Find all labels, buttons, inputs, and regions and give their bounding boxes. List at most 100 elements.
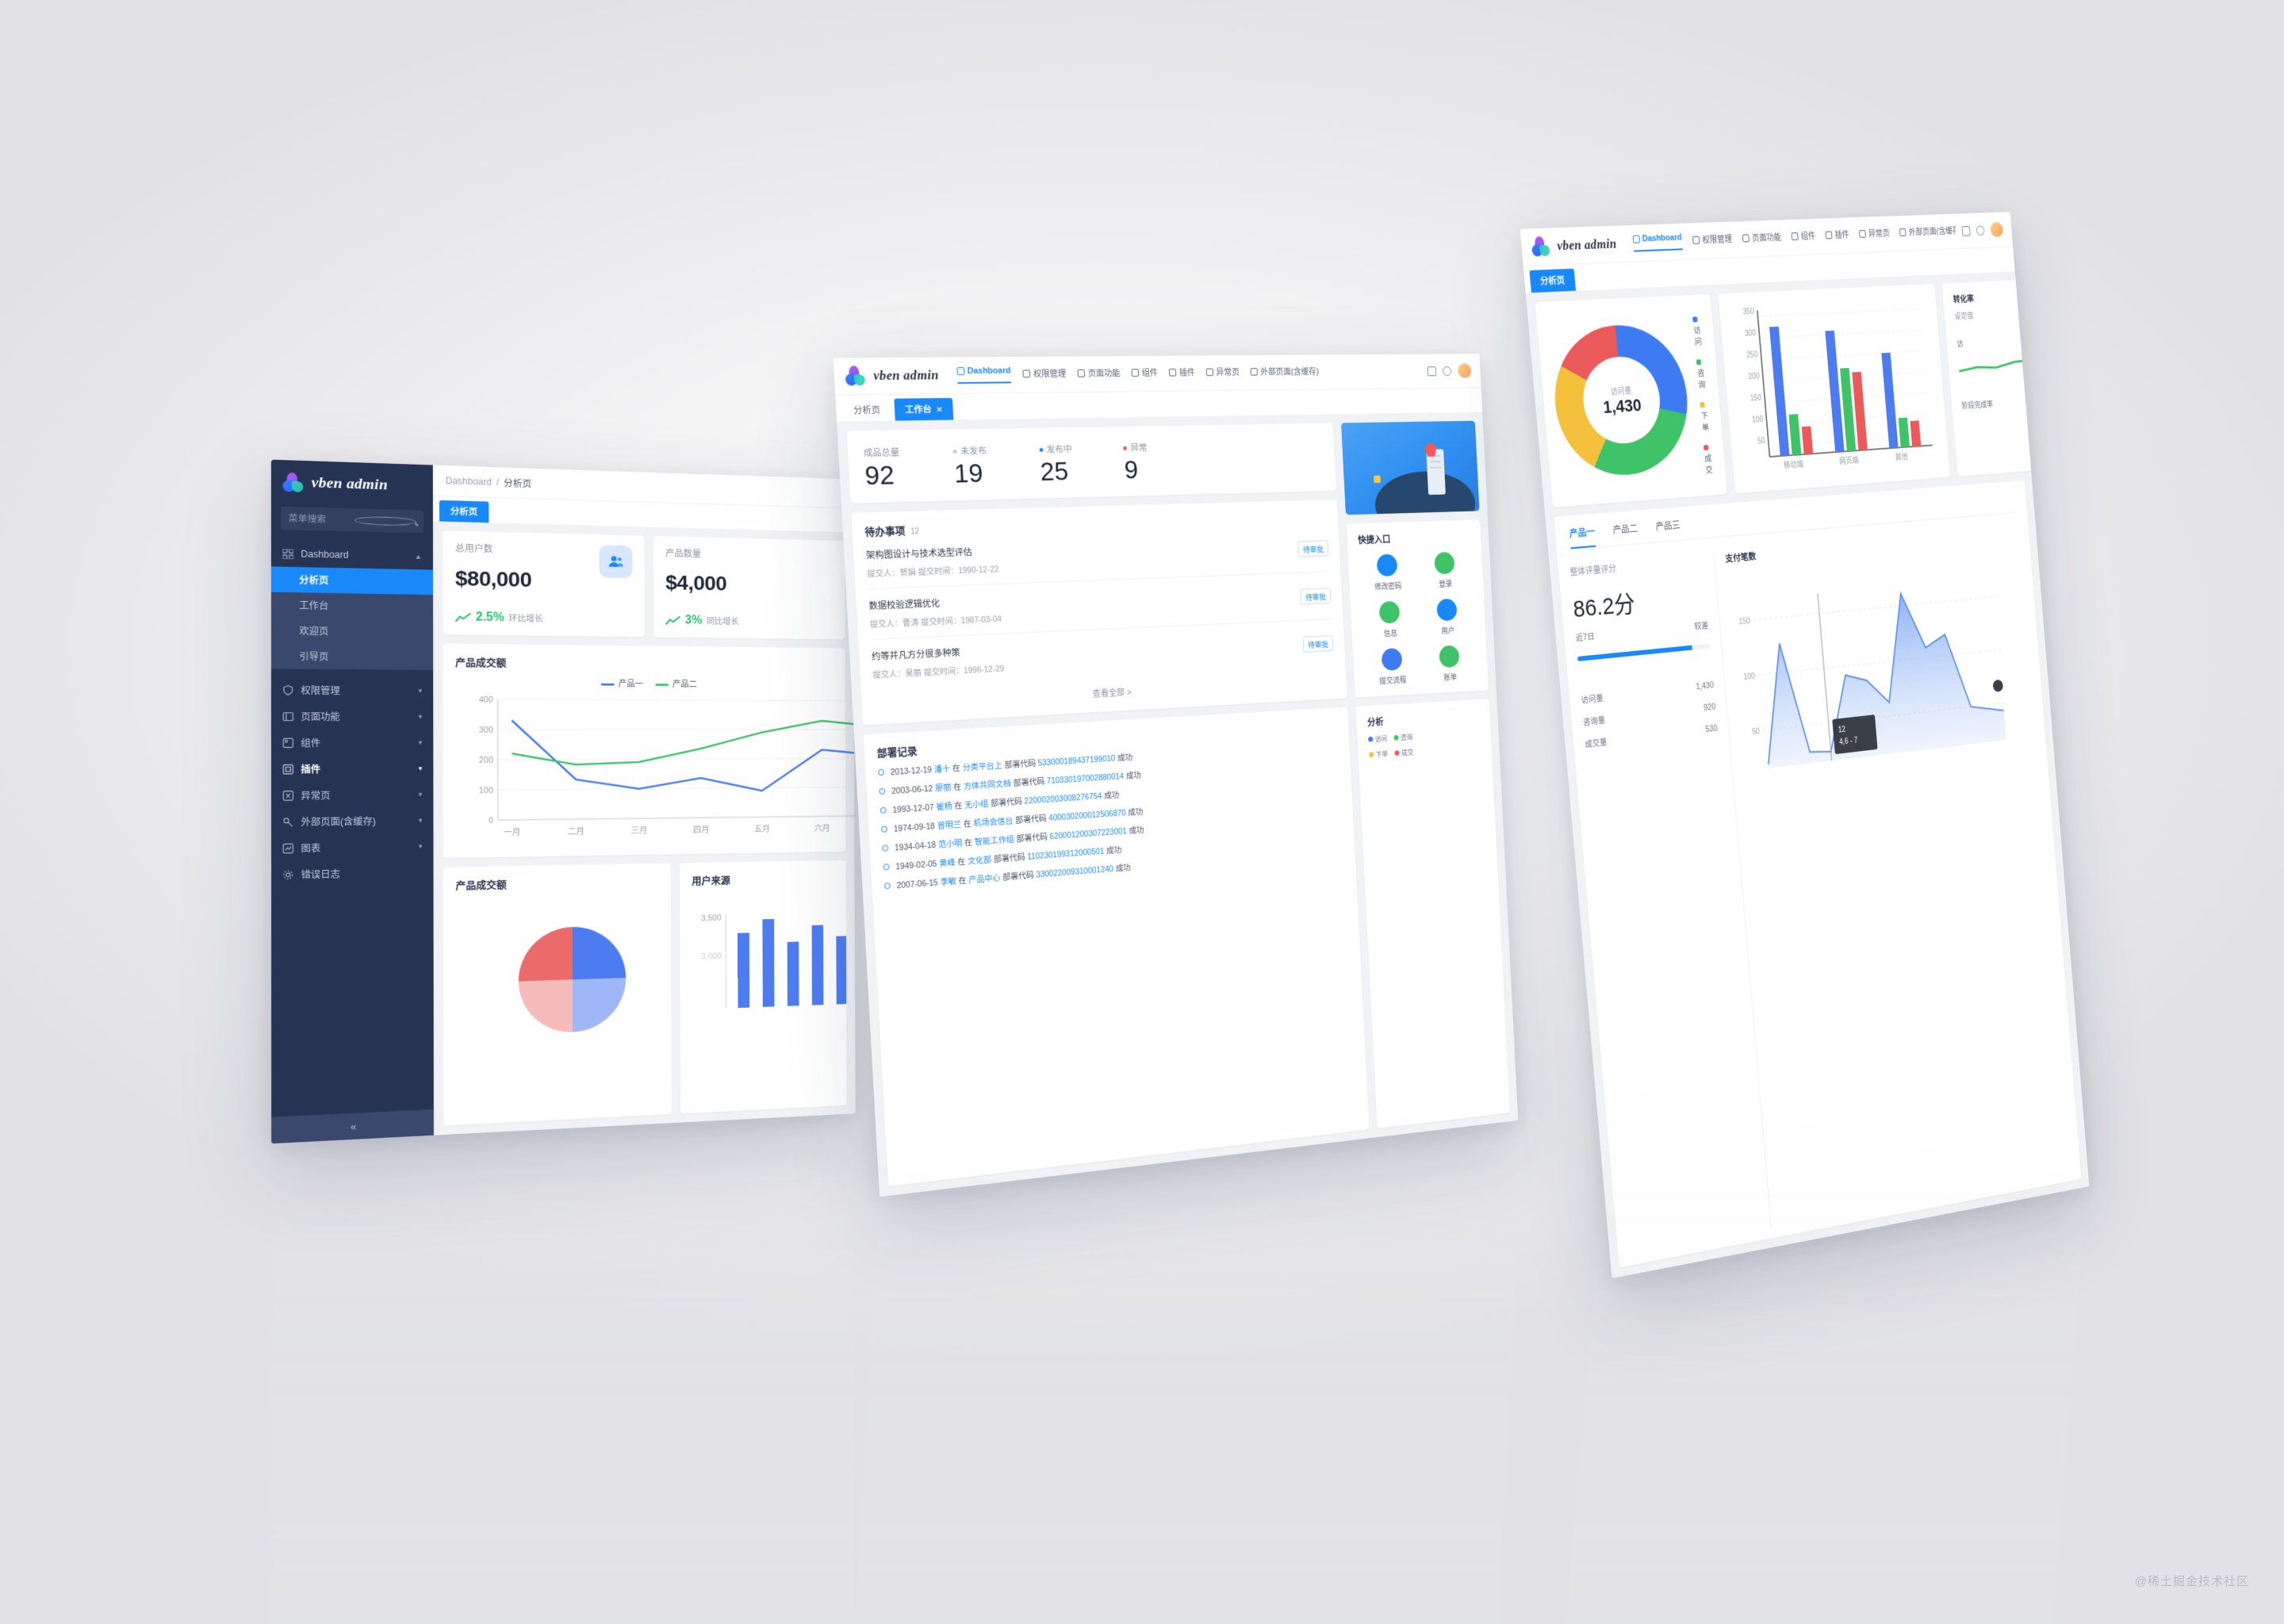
quick-entry-item[interactable]: 信息	[1361, 600, 1418, 640]
nav-item-dashboard[interactable]: Dashboard	[956, 366, 1012, 384]
sidebar-item-analysis[interactable]: 分析页	[270, 566, 434, 596]
nav-item-external[interactable]: 外部页面(含缓存)	[1899, 224, 1956, 240]
tab-analysis[interactable]: 分析页	[842, 399, 892, 422]
quick-entry-item[interactable]: 修改密码	[1359, 553, 1416, 592]
quick-entry-item[interactable]: 账单	[1421, 644, 1477, 683]
nav-item-page-feature[interactable]: 页面功能	[1077, 366, 1121, 381]
record-target[interactable]: 分类平台上	[962, 761, 1002, 773]
legend-item[interactable]: 下单	[1700, 400, 1711, 433]
legend-item[interactable]: 访问	[1692, 315, 1704, 348]
tab-analysis[interactable]: 分析页	[1529, 268, 1576, 293]
sidebar-item-components[interactable]: 组件 ▾	[271, 730, 433, 756]
nav-item-exception[interactable]: 异常页	[1859, 227, 1891, 243]
record-code[interactable]: 400030200012506870	[1048, 808, 1126, 822]
close-icon[interactable]: ✕	[936, 406, 943, 415]
record-user[interactable]: 李敏	[940, 877, 956, 887]
nav-item-permission[interactable]: 权限管理	[1022, 367, 1066, 382]
legend-item[interactable]: 访问	[1368, 733, 1387, 745]
record-code[interactable]: 620001200307223001	[1049, 827, 1127, 842]
sidebar[interactable]: vben admin 菜单搜索 Dashboard ▲ 分析页 工作台 欢迎页 …	[270, 459, 434, 1144]
analysis-legend[interactable]: 访问 咨询	[1368, 728, 1481, 745]
todo-action-button[interactable]: 待审批	[1302, 634, 1334, 653]
quick-entry-item[interactable]: 提交流程	[1363, 647, 1420, 687]
breadcrumb-root[interactable]: Dashboard	[446, 475, 492, 487]
record-user[interactable]: 崔杨	[936, 802, 952, 812]
legend-item[interactable]: 成交	[1703, 442, 1715, 476]
record-user[interactable]: 潘十	[934, 764, 951, 775]
record-code[interactable]: 220002003008276754	[1024, 791, 1102, 806]
record-code[interactable]: 710330197002880014	[1047, 772, 1125, 786]
donut-legend[interactable]: 访问 咨询 下单 成交	[1692, 315, 1715, 476]
bell-icon[interactable]	[1976, 224, 1985, 236]
record-code[interactable]: 110230199312000501	[1027, 847, 1105, 862]
top-nav[interactable]: Dashboard 权限管理 页面功能 组件 插件 异常页 外部页面(含缓存)	[1632, 223, 1956, 252]
nav-item-permission[interactable]: 权限管理	[1692, 232, 1733, 248]
sidebar-item-charts[interactable]: 图表 ▾	[271, 833, 434, 861]
chart-legend[interactable]: 产品一 产品二	[455, 676, 834, 691]
top-actions[interactable]	[1427, 363, 1472, 378]
admin-window-analysis[interactable]: vben admin 菜单搜索 Dashboard ▲ 分析页 工作台 欢迎页 …	[270, 459, 856, 1144]
legend-item-0[interactable]: 产品一	[600, 677, 643, 689]
nav-item-plugins[interactable]: 插件	[1825, 228, 1849, 243]
chevron-up-icon: ▲	[415, 552, 423, 561]
record-target[interactable]: 无小组	[964, 799, 989, 810]
sidebar-item-dashboard[interactable]: Dashboard ▲	[271, 540, 433, 569]
record-user[interactable]: 范小明	[938, 839, 963, 850]
top-nav[interactable]: Dashboard 权限管理 页面功能 组件 插件 异常页 外部页面(含缓存)	[956, 363, 1421, 384]
avatar[interactable]	[1990, 221, 2004, 238]
nav-item-components[interactable]: 组件	[1791, 229, 1816, 244]
record-target[interactable]: 文化部	[968, 855, 992, 866]
bell-icon[interactable]	[1442, 366, 1452, 376]
sidebar-item-welcome[interactable]: 欢迎页	[270, 617, 434, 645]
admin-window-workbench[interactable]: vben admin Dashboard 权限管理 页面功能 组件 插件 异常页…	[833, 354, 1519, 1197]
legend-item[interactable]: 咨询	[1393, 732, 1413, 742]
quick-entry-item[interactable]: 用户	[1419, 598, 1475, 637]
record-user[interactable]: 黄峰	[939, 858, 956, 868]
todo-action-button[interactable]: 待审批	[1300, 587, 1332, 605]
legend-item[interactable]: 成交	[1394, 747, 1414, 758]
tab-product-2[interactable]: 产品二	[1612, 522, 1639, 546]
todo-action-button[interactable]: 待审批	[1297, 539, 1329, 557]
admin-window-analysis-full[interactable]: vben admin Dashboard 权限管理 页面功能 组件 插件 异常页…	[1519, 212, 2090, 1279]
search-placeholder: 菜单搜索	[288, 514, 327, 525]
record-code[interactable]: 330022009310001240	[1036, 864, 1113, 879]
quick-entry-grid[interactable]: 修改密码 登录 信息 用户 提交流程 账单	[1359, 551, 1477, 687]
record-target[interactable]: 智能工作组	[975, 835, 1014, 847]
tab-analysis[interactable]: 分析页	[439, 500, 489, 523]
tab-product-3[interactable]: 产品三	[1655, 518, 1681, 542]
analysis-legend-2[interactable]: 下单 成交	[1369, 743, 1481, 760]
sidebar-item-permission[interactable]: 权限管理 ▾	[271, 676, 433, 703]
tab-workbench[interactable]: 工作台 ✕	[893, 397, 954, 421]
record-user[interactable]: 曾明兰	[937, 820, 961, 831]
legend-item[interactable]: 下单	[1369, 749, 1388, 760]
sidebar-item-page-feature[interactable]: 页面功能 ▾	[271, 703, 433, 730]
search-input[interactable]: 菜单搜索	[281, 506, 423, 534]
screen-icon[interactable]	[1961, 225, 1971, 236]
sidebar-item-guide[interactable]: 引导页	[270, 643, 434, 671]
avatar[interactable]	[1457, 363, 1472, 378]
sidebar-item-workbench[interactable]: 工作台	[270, 592, 434, 620]
tab-product-1[interactable]: 产品一	[1569, 524, 1596, 550]
nav-item-dashboard[interactable]: Dashboard	[1632, 232, 1683, 252]
record-target[interactable]: 机场会信台	[973, 816, 1013, 828]
screen-icon[interactable]	[1427, 366, 1437, 376]
nav-item-components[interactable]: 组件	[1131, 366, 1159, 381]
sidebar-item-external[interactable]: 外部页面(含缓存) ▾	[271, 807, 433, 835]
nav-item-page-feature[interactable]: 页面功能	[1742, 231, 1782, 247]
quick-entry-item[interactable]: 登录	[1416, 551, 1473, 590]
nav-item-external[interactable]: 外部页面(含缓存)	[1250, 365, 1320, 380]
record-user[interactable]: 廖丽	[935, 783, 952, 793]
record-code[interactable]: 533000189437199010	[1037, 754, 1115, 768]
sidebar-item-plugins[interactable]: 插件 ▾	[271, 756, 433, 783]
top-actions[interactable]	[1961, 221, 2004, 239]
sidebar-collapse-button[interactable]: «	[271, 1109, 434, 1144]
sidebar-item-errorlog[interactable]: 错误日志	[271, 859, 434, 888]
sidebar-item-exception[interactable]: 异常页 ▾	[271, 781, 433, 809]
record-target[interactable]: 产品中心	[968, 873, 1001, 885]
nav-item-exception[interactable]: 异常页	[1205, 366, 1240, 380]
legend-item-1[interactable]: 产品二	[655, 678, 697, 690]
nav-item-plugins[interactable]: 插件	[1168, 366, 1195, 380]
svg-text:50: 50	[1752, 727, 1760, 737]
legend-item[interactable]: 咨询	[1696, 357, 1707, 390]
record-target[interactable]: 方体共同文档	[964, 779, 1012, 791]
